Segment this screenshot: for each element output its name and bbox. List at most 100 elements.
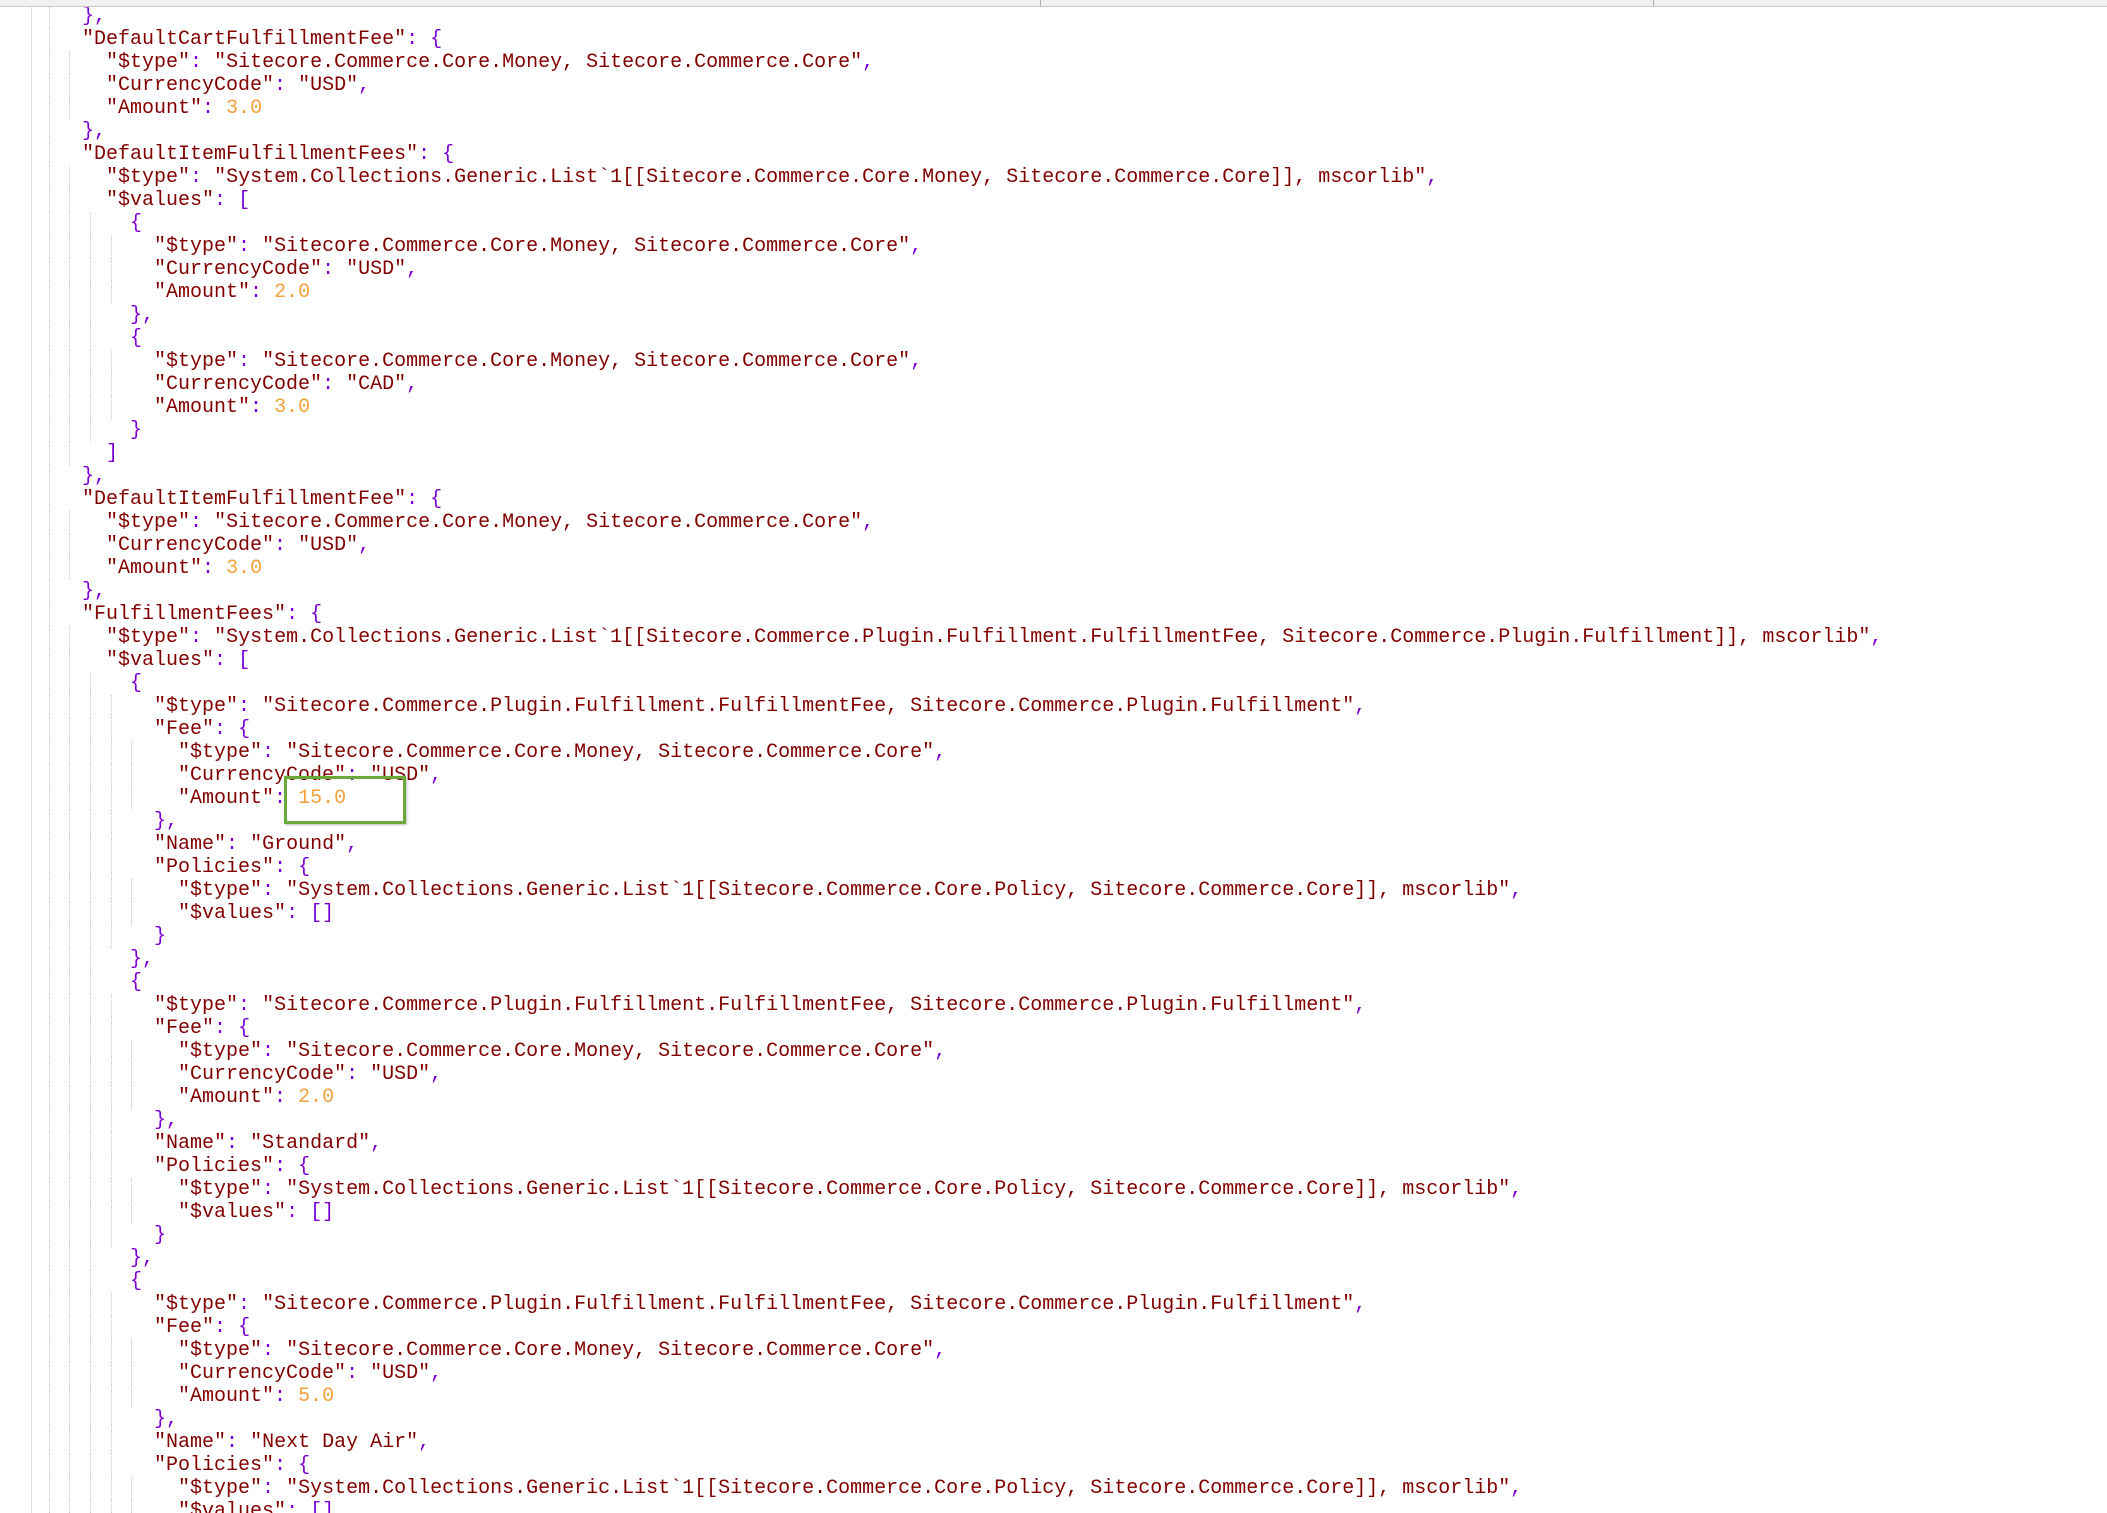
code-line: "Amount": 3.0 [34, 557, 262, 580]
indent-guide [48, 1132, 50, 1155]
indent-guide [89, 833, 91, 856]
indent-guide [48, 741, 50, 764]
json-punctuation: { [310, 603, 323, 626]
indent-guide [48, 396, 50, 419]
indent-guide [69, 74, 71, 97]
indent-guide [48, 1431, 50, 1454]
indent-guide [48, 1408, 50, 1431]
indent-guide [69, 1293, 71, 1316]
indent-guide [110, 902, 112, 925]
indent-guide [48, 1362, 50, 1385]
json-text [34, 741, 178, 764]
json-text [34, 1339, 178, 1362]
json-text [34, 1362, 178, 1385]
indent-guide [69, 258, 71, 281]
json-punctuation: : [406, 28, 419, 51]
json-punctuation: : [274, 1454, 287, 1477]
json-key: "$type" [106, 511, 191, 534]
indent-guide [69, 1339, 71, 1362]
code-line: "CurrencyCode": "USD", [34, 74, 370, 97]
code-line: "DefaultItemFulfillmentFees": { [34, 143, 454, 166]
indent-guide [48, 856, 50, 879]
json-key: "$type" [178, 1477, 263, 1500]
indent-guide [89, 971, 91, 994]
json-punctuation: ] [322, 1500, 335, 1513]
json-text [34, 258, 154, 281]
json-key: "$type" [178, 741, 263, 764]
code-line: "CurrencyCode": "USD", [34, 258, 418, 281]
json-punctuation: : [250, 396, 263, 419]
json-punctuation: : [202, 97, 215, 120]
indent-guide [89, 856, 91, 879]
json-string: "Sitecore.Commerce.Core.Money, Sitecore.… [262, 235, 911, 258]
code-line: }, [34, 120, 106, 143]
tab-separator [0, 0, 1041, 6]
json-key: "DefaultItemFulfillmentFee" [82, 488, 407, 511]
json-text [226, 1316, 238, 1339]
code-line: }, [34, 465, 106, 488]
indent-guide [110, 1063, 112, 1086]
json-punctuation: : [286, 1201, 299, 1224]
code-line: "Fee": { [34, 1017, 250, 1040]
json-text [34, 143, 82, 166]
json-text [34, 1178, 178, 1201]
indent-guide [48, 1247, 50, 1270]
indent-guide [69, 764, 71, 787]
code-line: } [34, 419, 142, 442]
json-key: "Amount" [178, 1086, 275, 1109]
json-punctuation: , [430, 764, 443, 787]
json-key: "Policies" [154, 1454, 275, 1477]
code-line: "Policies": { [34, 1454, 310, 1477]
json-punctuation: : [214, 1316, 227, 1339]
json-punctuation: , [406, 373, 419, 396]
json-key: "CurrencyCode" [154, 373, 323, 396]
indent-guide [48, 764, 50, 787]
json-punctuation: : [214, 189, 227, 212]
json-text [34, 902, 178, 925]
json-punctuation: : [190, 511, 203, 534]
indent-guide [48, 948, 50, 971]
json-key: "$type" [106, 626, 191, 649]
json-punctuation: : [238, 350, 251, 373]
indent-guide [89, 1477, 91, 1500]
json-text [274, 1040, 286, 1063]
json-punctuation: , [934, 741, 947, 764]
code-line: "$type": "Sitecore.Commerce.Core.Money, … [34, 51, 874, 74]
indent-guide [131, 741, 133, 764]
json-string: "Sitecore.Commerce.Core.Money, Sitecore.… [286, 1040, 935, 1063]
indent-guide [69, 925, 71, 948]
indent-guide [69, 1063, 71, 1086]
indent-guide [69, 419, 71, 442]
code-line: }, [34, 1247, 154, 1270]
json-text [298, 902, 310, 925]
indent-guide [48, 7, 50, 28]
json-punctuation: } [130, 948, 143, 971]
json-text [34, 488, 82, 511]
json-punctuation: { [238, 718, 251, 741]
json-string: "Sitecore.Commerce.Core.Money, Sitecore.… [262, 350, 911, 373]
indent-guide [89, 1293, 91, 1316]
indent-guide [48, 718, 50, 741]
json-text [298, 603, 310, 626]
code-editor[interactable]: }, "DefaultCartFulfillmentFee": { "$type… [34, 7, 2107, 1513]
json-punctuation: } [82, 465, 95, 488]
json-punctuation: { [130, 971, 143, 994]
indent-guide [89, 1454, 91, 1477]
indent-guide [69, 281, 71, 304]
indent-guide [69, 1086, 71, 1109]
indent-guide [48, 143, 50, 166]
json-key: "$values" [106, 649, 215, 672]
json-text [34, 1500, 178, 1513]
indent-guide [48, 1454, 50, 1477]
indent-guide [69, 1247, 71, 1270]
indent-guide [89, 1017, 91, 1040]
code-line: }, [34, 810, 178, 833]
code-line: { [34, 971, 142, 994]
json-punctuation: { [130, 672, 143, 695]
json-punctuation: : [262, 741, 275, 764]
json-key: "Fee" [154, 1316, 215, 1339]
indent-guide [131, 1339, 133, 1362]
json-punctuation: , [1354, 994, 1367, 1017]
json-string: "USD" [370, 1362, 431, 1385]
indent-guide [110, 994, 112, 1017]
